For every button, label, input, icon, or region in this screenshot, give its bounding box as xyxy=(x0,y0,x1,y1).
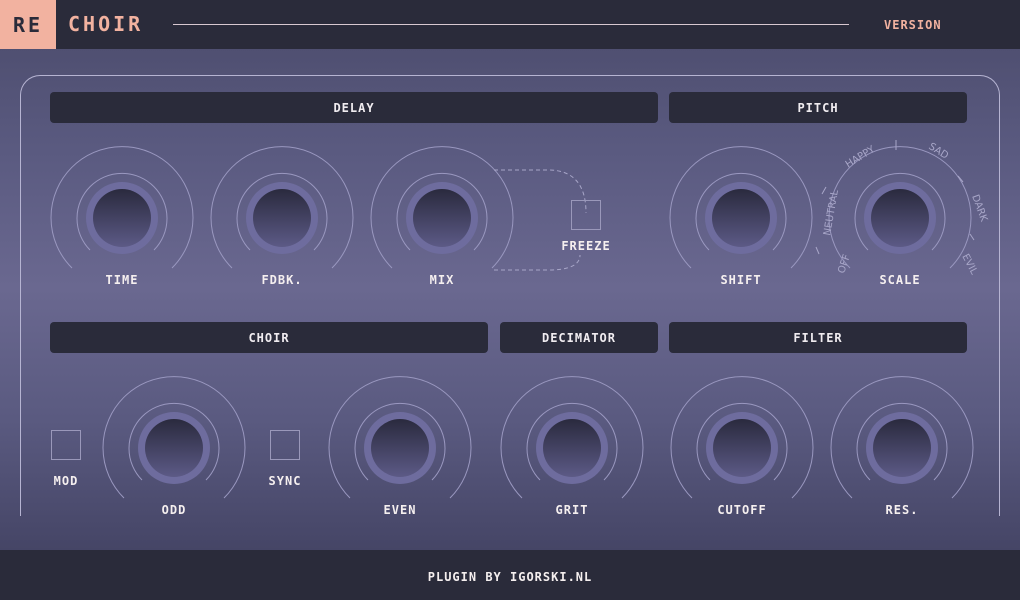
footer-bar: PLUGIN BY IGORSKI.NL xyxy=(0,550,1020,600)
fdbk-label: FDBK. xyxy=(261,273,303,287)
scale-option-off[interactable]: OFF xyxy=(836,253,853,275)
shift-knob[interactable] xyxy=(666,143,816,293)
odd-label: ODD xyxy=(161,503,187,517)
header-divider xyxy=(173,24,849,25)
freeze-checkbox[interactable] xyxy=(571,200,601,230)
scale-option-sad[interactable]: SAD xyxy=(926,141,950,162)
shift-label: SHIFT xyxy=(720,273,762,287)
sync-checkbox[interactable] xyxy=(270,430,300,460)
odd-knob[interactable] xyxy=(99,373,249,523)
freeze-label: FREEZE xyxy=(561,239,611,253)
section-pitch: PITCH xyxy=(669,92,967,123)
fdbk-knob[interactable] xyxy=(207,143,357,293)
sync-label: SYNC xyxy=(268,474,302,488)
cutoff-label: CUTOFF xyxy=(717,503,767,517)
version-label[interactable]: VERSION xyxy=(884,18,942,32)
mod-checkbox[interactable] xyxy=(51,430,81,460)
logo-name: CHOIR xyxy=(68,12,144,36)
res-knob[interactable] xyxy=(827,373,977,523)
grit-label: GRIT xyxy=(555,503,589,517)
mod-label: MOD xyxy=(53,474,79,488)
even-knob[interactable] xyxy=(325,373,475,523)
section-filter: FILTER xyxy=(669,322,967,353)
scale-option-dark[interactable]: DARK xyxy=(969,193,989,223)
res-label: RES. xyxy=(885,503,919,517)
scale-option-happy[interactable]: HAPPY xyxy=(844,144,878,171)
cutoff-knob[interactable] xyxy=(667,373,817,523)
logo-prefix: RE xyxy=(0,0,56,49)
scale-option-neutral[interactable]: NEUTRAL xyxy=(822,189,841,237)
time-label: TIME xyxy=(105,273,139,287)
grit-knob[interactable] xyxy=(497,373,647,523)
time-knob[interactable] xyxy=(47,143,197,293)
section-delay: DELAY xyxy=(50,92,658,123)
footer-credit[interactable]: PLUGIN BY IGORSKI.NL xyxy=(428,570,593,584)
even-label: EVEN xyxy=(383,503,417,517)
header-bar: RE CHOIR VERSION xyxy=(0,0,1020,49)
mix-label: MIX xyxy=(429,273,455,287)
scale-option-evil[interactable]: EVIL xyxy=(959,252,979,277)
section-decimator: DECIMATOR xyxy=(500,322,658,353)
scale-options: OFF NEUTRAL HAPPY SAD DARK EVIL xyxy=(815,140,989,277)
section-choir: CHOIR xyxy=(50,322,488,353)
